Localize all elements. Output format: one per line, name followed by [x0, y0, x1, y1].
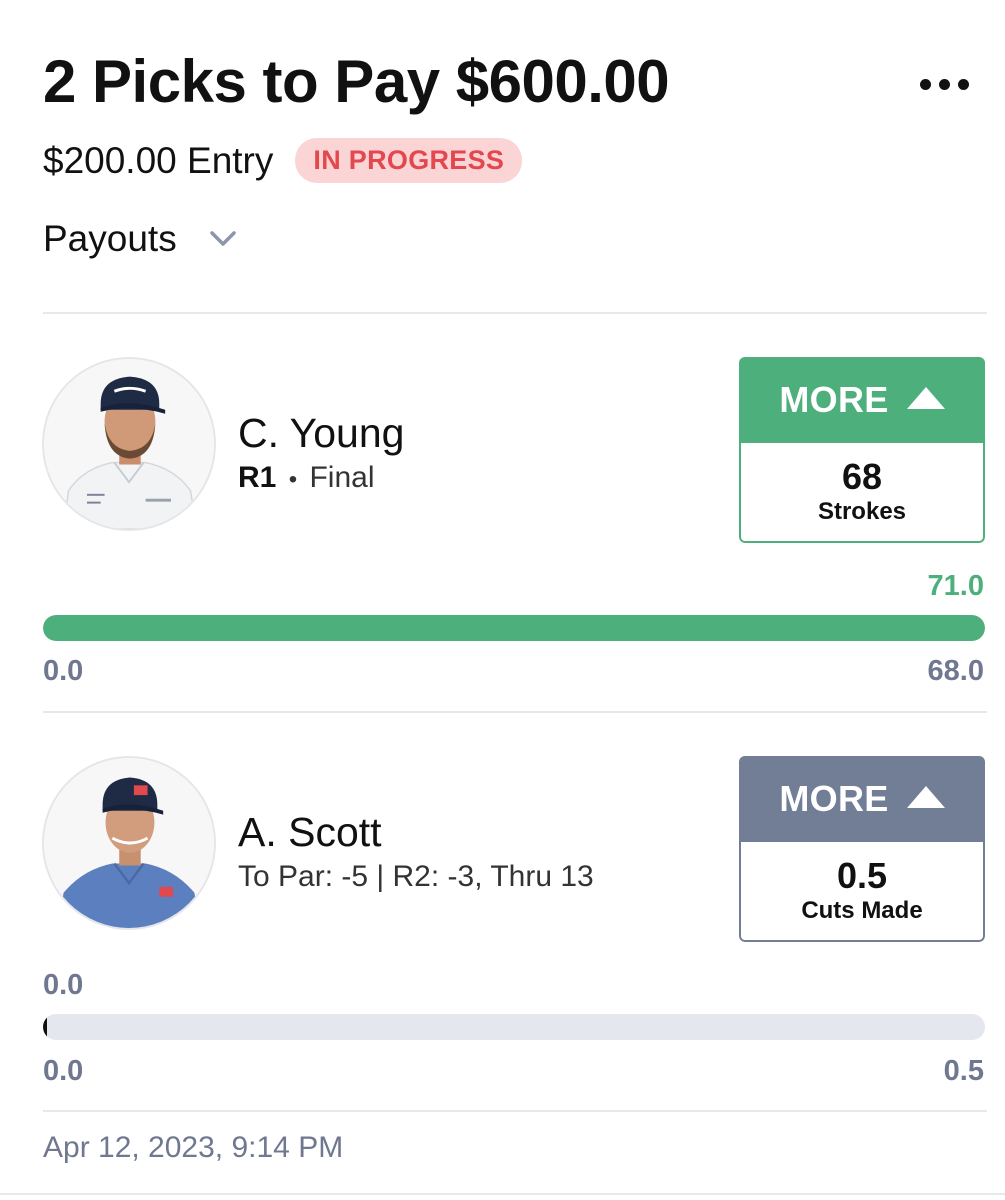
page-title: 2 Picks to Pay $600.00 — [43, 48, 670, 115]
progress-max: 68.0 — [927, 655, 984, 687]
pick-stat: Cuts Made — [801, 897, 923, 925]
progress-min: 0.0 — [43, 655, 84, 687]
pick-line: 68 Strokes — [739, 443, 985, 543]
ellipsis-icon — [920, 78, 931, 90]
more-options-button[interactable] — [920, 74, 980, 94]
chevron-down-icon — [209, 230, 236, 246]
pick-line-value: 68 — [841, 455, 883, 497]
entry-amount: $200.00 Entry — [43, 140, 274, 181]
divider — [43, 1110, 987, 1112]
progress-current-value: 71.0 — [927, 570, 984, 602]
entry-row: $200.00 Entry IN PROGRESS — [43, 138, 523, 183]
divider — [43, 711, 987, 713]
player-avatar — [42, 756, 216, 930]
progress-fill — [43, 615, 985, 641]
progress-fill — [43, 1014, 47, 1040]
status-text: Final — [309, 461, 375, 494]
pick-choice-label: MORE — [779, 778, 889, 819]
triangle-up-icon — [906, 387, 945, 409]
progress-bar — [43, 1014, 985, 1040]
progress-current-value: 0.0 — [43, 969, 84, 1001]
divider — [43, 312, 987, 314]
pick-stat: Strokes — [817, 498, 907, 526]
round-label: R1 — [238, 461, 277, 494]
status-badge: IN PROGRESS — [295, 138, 523, 183]
player-name: A. Scott — [238, 809, 382, 855]
ellipsis-icon — [958, 78, 969, 90]
payouts-toggle[interactable]: Payouts — [43, 220, 237, 257]
progress-max: 0.5 — [943, 1055, 984, 1087]
triangle-up-icon — [906, 786, 945, 808]
progress-bar — [43, 615, 985, 641]
pick-card[interactable]: MORE 68 Strokes — [739, 357, 985, 543]
entry-timestamp: Apr 12, 2023, 9:14 PM — [43, 1131, 344, 1164]
payouts-label: Payouts — [43, 218, 177, 259]
player-status: R1 • Final — [238, 463, 374, 493]
pick-choice-label: MORE — [779, 379, 889, 420]
player-name: C. Young — [238, 410, 405, 456]
pick-line-value: 0.5 — [836, 854, 888, 896]
progress-min: 0.0 — [43, 1055, 84, 1087]
player-avatar — [42, 357, 216, 531]
player-status: To Par: -5 | R2: -3, Thru 13 — [238, 860, 594, 893]
pick-choice: MORE — [739, 756, 985, 842]
ellipsis-icon — [939, 78, 950, 90]
pick-card[interactable]: MORE 0.5 Cuts Made — [739, 756, 985, 942]
separator-dot: • — [288, 466, 298, 493]
divider — [0, 1193, 1005, 1195]
pick-choice: MORE — [739, 357, 985, 443]
pick-line: 0.5 Cuts Made — [739, 842, 985, 942]
